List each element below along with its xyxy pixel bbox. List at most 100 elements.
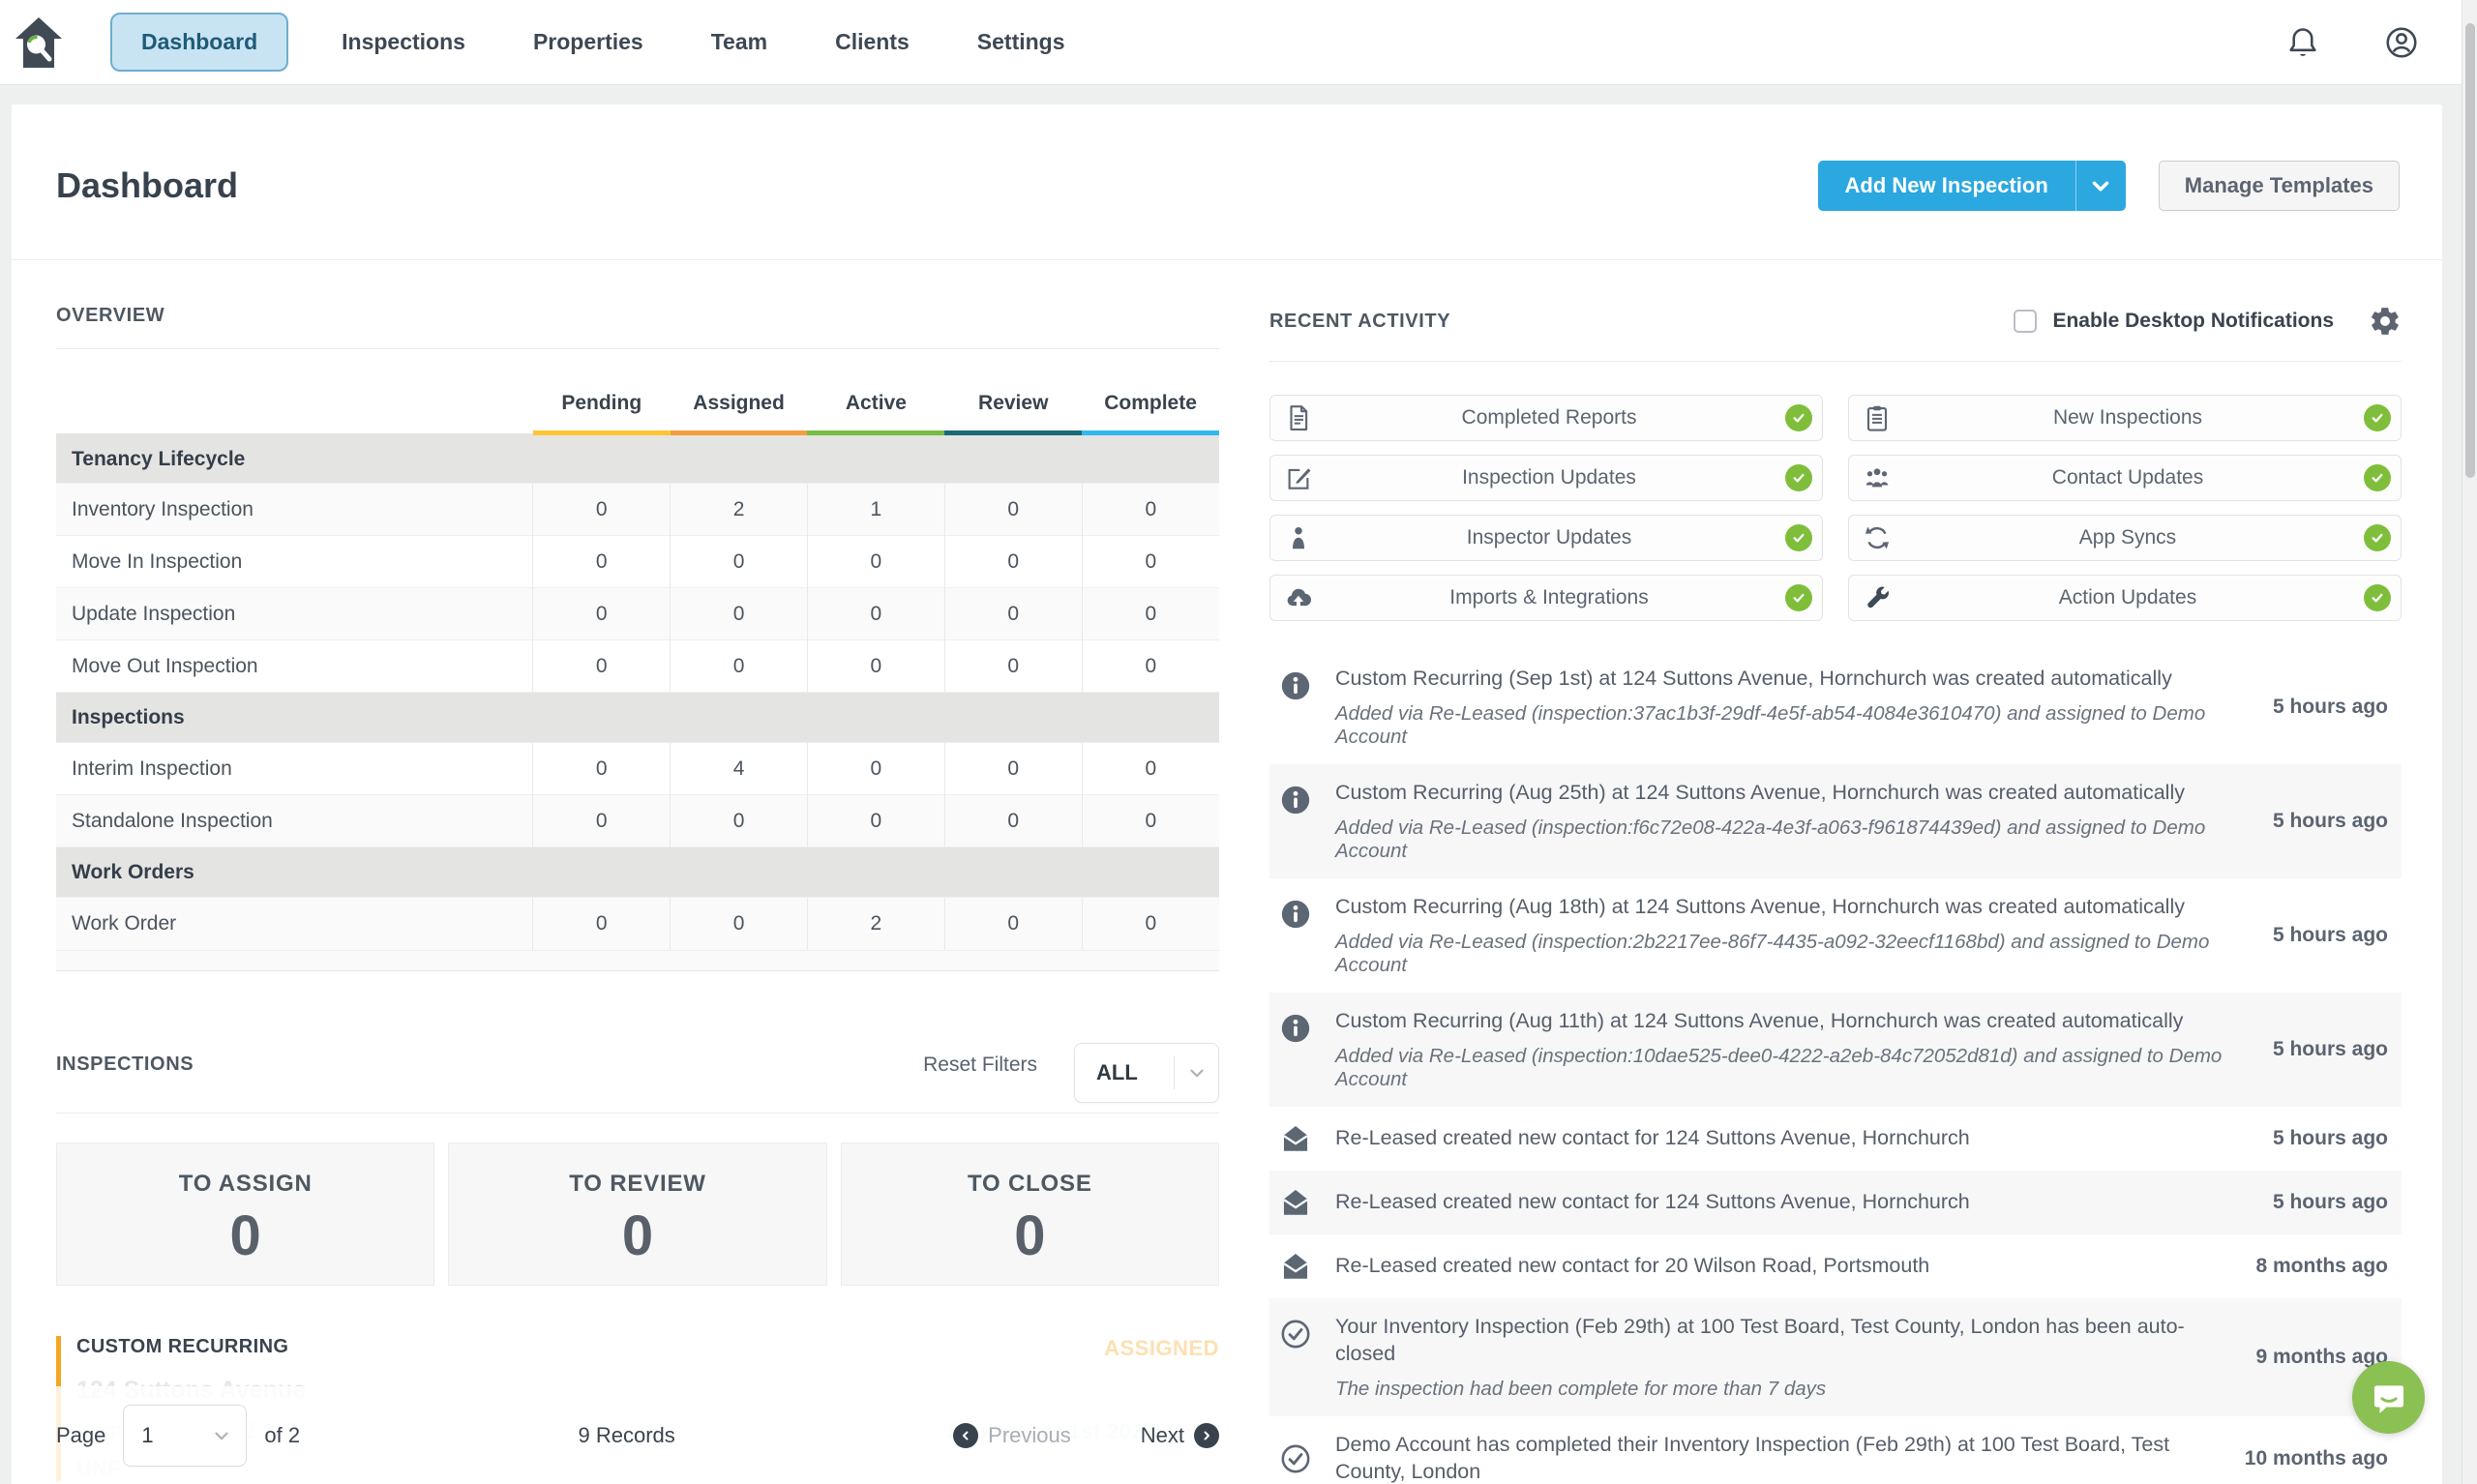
page-label: Page: [56, 1423, 105, 1448]
cell-complete: 0: [1082, 640, 1219, 693]
table-row: Inventory Inspection 0 2 1 0 0: [56, 484, 1219, 536]
feed-item[interactable]: Demo Account has completed their Invento…: [1269, 1416, 2402, 1484]
wrench-icon: [1863, 583, 1892, 612]
clipboard-icon: [1863, 403, 1892, 432]
row-label: Move Out Inspection: [56, 640, 533, 693]
to-assign-card[interactable]: TO ASSIGN 0: [56, 1143, 434, 1286]
pagination-controls: Previous Next: [953, 1423, 1219, 1448]
mail-icon: [1279, 1122, 1312, 1155]
toggle-label: App Syncs: [1892, 526, 2364, 549]
vertical-scrollbar[interactable]: [2462, 0, 2477, 1484]
add-new-inspection-split-button: Add New Inspection: [1818, 161, 2126, 211]
tab-inspections[interactable]: Inspections: [308, 29, 499, 55]
app-logo-icon[interactable]: [14, 15, 64, 70]
toggle-imports-integrations[interactable]: Imports & Integrations: [1269, 575, 1823, 621]
activity-heading-row: RECENT ACTIVITY Enable Desktop Notificat…: [1269, 305, 2402, 362]
table-section-row: Inspections: [56, 693, 1219, 743]
enabled-check-icon: [2364, 464, 2391, 491]
cell-active: 0: [807, 743, 944, 795]
toggle-inspector-updates[interactable]: Inspector Updates: [1269, 515, 1823, 561]
gear-icon[interactable]: [2369, 305, 2402, 338]
toggle-completed-reports[interactable]: Completed Reports: [1269, 395, 1823, 441]
card-label: TO ASSIGN: [57, 1171, 433, 1198]
tab-clients[interactable]: Clients: [801, 29, 943, 55]
feed-item[interactable]: Re-Leased created new contact for 124 Su…: [1269, 1171, 2402, 1234]
toggle-app-syncs[interactable]: App Syncs: [1848, 515, 2402, 561]
toggle-action-updates[interactable]: Action Updates: [1848, 575, 2402, 621]
cell-pending: 0: [533, 536, 671, 588]
table-row: Work Order 0 0 2 0 0: [56, 898, 1219, 950]
to-review-card[interactable]: TO REVIEW 0: [448, 1143, 826, 1286]
feed-timestamp: 5 hours ago: [2273, 1191, 2388, 1214]
column-header-pending: Pending: [533, 392, 671, 433]
tab-dashboard[interactable]: Dashboard: [110, 13, 288, 72]
content-columns: OVERVIEW Pending Assigned Active Review …: [12, 260, 2442, 1484]
overview-heading: OVERVIEW: [56, 305, 164, 327]
cell-review: 0: [944, 536, 1082, 588]
previous-page-button[interactable]: Previous: [953, 1423, 1071, 1448]
column-header-active: Active: [807, 392, 944, 433]
chevron-down-icon: [211, 1425, 232, 1446]
card-label: TO REVIEW: [449, 1171, 825, 1198]
next-page-button[interactable]: Next: [1141, 1423, 1219, 1448]
cell-pending: 0: [533, 640, 671, 693]
chat-launcher-button[interactable]: [2352, 1361, 2425, 1434]
card-value: 0: [449, 1203, 825, 1268]
tab-properties[interactable]: Properties: [499, 29, 677, 55]
page-of-label: of 2: [264, 1423, 300, 1448]
cell-review: 0: [944, 743, 1082, 795]
column-header-review: Review: [944, 392, 1082, 433]
manage-templates-button[interactable]: Manage Templates: [2159, 161, 2400, 211]
inspections-heading-row: INSPECTIONS Reset Filters ALL: [56, 1035, 1219, 1113]
inspection-filters: Reset Filters ALL: [923, 1035, 1219, 1095]
feed-item[interactable]: Custom Recurring (Aug 25th) at 124 Sutto…: [1269, 764, 2402, 878]
feed-subtitle: The inspection had been complete for mor…: [1335, 1378, 2226, 1401]
cell-pending: 0: [533, 588, 671, 640]
feed-title: Re-Leased created new contact for 20 Wil…: [1335, 1253, 2226, 1280]
cell-complete: 0: [1082, 484, 1219, 536]
feed-item[interactable]: Re-Leased created new contact for 124 Su…: [1269, 1107, 2402, 1171]
left-column: OVERVIEW Pending Assigned Active Review …: [12, 260, 1219, 1481]
scrollbar-thumb[interactable]: [2465, 23, 2475, 478]
chevron-down-icon: [2088, 173, 2113, 198]
desktop-notifications-checkbox[interactable]: [2014, 310, 2037, 333]
feed-item[interactable]: Custom Recurring (Aug 11th) at 124 Sutto…: [1269, 993, 2402, 1107]
inspection-stat-cards: TO ASSIGN 0 TO REVIEW 0 TO CLOSE 0: [56, 1143, 1219, 1286]
activity-filter-toggles: Completed Reports New Inspections: [1269, 395, 2402, 621]
account-user-icon[interactable]: [2384, 25, 2419, 60]
feed-item[interactable]: Your Inventory Inspection (Feb 29th) at …: [1269, 1298, 2402, 1416]
toggle-inspection-updates[interactable]: Inspection Updates: [1269, 455, 1823, 501]
toggle-new-inspections[interactable]: New Inspections: [1848, 395, 2402, 441]
toggle-label: Inspector Updates: [1313, 526, 1785, 549]
cell-assigned: 4: [671, 743, 808, 795]
inspection-filter-select[interactable]: ALL: [1074, 1043, 1219, 1103]
tab-settings[interactable]: Settings: [943, 29, 1099, 55]
feed-title: Custom Recurring (Sep 1st) at 124 Sutton…: [1335, 666, 2244, 693]
sync-icon: [1863, 523, 1892, 552]
nav-right: [2285, 25, 2419, 60]
toggle-contact-updates[interactable]: Contact Updates: [1848, 455, 2402, 501]
add-new-inspection-button[interactable]: Add New Inspection: [1818, 161, 2075, 211]
cell-complete: 0: [1082, 536, 1219, 588]
add-new-inspection-dropdown-button[interactable]: [2075, 161, 2126, 211]
feed-item[interactable]: Custom Recurring (Sep 1st) at 124 Sutton…: [1269, 650, 2402, 764]
page-number-select[interactable]: 1: [123, 1405, 247, 1467]
inspections-heading: INSPECTIONS: [56, 1054, 194, 1076]
status-badge: ASSIGNED: [1104, 1336, 1219, 1361]
feed-item[interactable]: Custom Recurring (Aug 18th) at 124 Sutto…: [1269, 878, 2402, 993]
feed-timestamp: 5 hours ago: [2273, 924, 2388, 947]
cell-assigned: 2: [671, 484, 808, 536]
info-icon: [1279, 784, 1312, 816]
enabled-check-icon: [1785, 584, 1812, 611]
to-close-card[interactable]: TO CLOSE 0: [841, 1143, 1219, 1286]
dashboard-panel: Dashboard Add New Inspection Manage Temp…: [12, 104, 2442, 1484]
check-circle-icon: [1279, 1442, 1312, 1475]
page-selected-value: 1: [141, 1423, 153, 1448]
next-arrow-icon: [1194, 1423, 1219, 1448]
reset-filters-link[interactable]: Reset Filters: [923, 1054, 1037, 1077]
feed-item[interactable]: Re-Leased created new contact for 20 Wil…: [1269, 1234, 2402, 1298]
notifications-bell-icon[interactable]: [2285, 25, 2320, 60]
toggle-label: New Inspections: [1892, 406, 2364, 430]
tab-team[interactable]: Team: [677, 29, 801, 55]
feed-title: Custom Recurring (Aug 11th) at 124 Sutto…: [1335, 1008, 2244, 1035]
